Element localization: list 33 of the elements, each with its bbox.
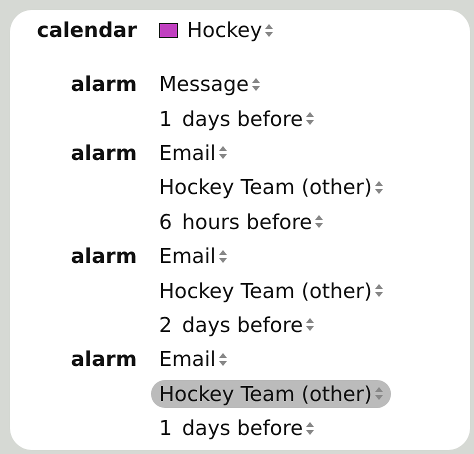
up-down-arrows-icon	[374, 387, 383, 400]
up-down-arrows-icon	[374, 284, 383, 298]
field-label: calendar	[36, 18, 137, 42]
popup-button[interactable]: days before	[182, 104, 322, 133]
amount-field[interactable]: 2	[151, 310, 172, 339]
amount-field[interactable]: 1	[151, 104, 172, 133]
field-label: alarm	[70, 72, 137, 96]
amount-field[interactable]: 6	[151, 208, 172, 236]
up-down-arrows-icon	[252, 78, 260, 91]
field-label: alarm	[70, 140, 137, 165]
up-down-arrows-icon	[306, 318, 314, 332]
popup-button[interactable]: Message	[151, 70, 268, 98]
amount-field[interactable]: 1	[151, 414, 172, 442]
popup-button[interactable]: Hockey Team (other)	[151, 276, 391, 305]
popup-button[interactable]: days before	[182, 310, 322, 339]
up-down-arrows-icon	[306, 422, 314, 435]
up-down-arrows-icon	[218, 250, 227, 263]
up-down-arrows-icon	[265, 24, 274, 36]
up-down-arrows-icon	[306, 112, 314, 126]
popup-button[interactable]: Email	[151, 138, 235, 167]
popup-button[interactable]: days before	[182, 414, 322, 442]
popup-button[interactable]: hours before	[182, 208, 332, 236]
popup-button[interactable]: Email	[151, 345, 235, 374]
up-down-arrows-icon	[218, 352, 227, 366]
popup-button[interactable]: Email	[151, 242, 235, 270]
up-down-arrows-icon	[315, 215, 324, 228]
up-down-arrows-icon	[374, 180, 383, 194]
calendar-popup[interactable]: Hockey	[151, 16, 282, 44]
popup-button[interactable]: Hockey Team (other)	[151, 173, 391, 202]
up-down-arrows-icon	[218, 146, 227, 160]
field-label: alarm	[70, 244, 137, 268]
popup-button[interactable]: Hockey Team (other)	[151, 380, 391, 408]
field-label: alarm	[70, 347, 137, 372]
